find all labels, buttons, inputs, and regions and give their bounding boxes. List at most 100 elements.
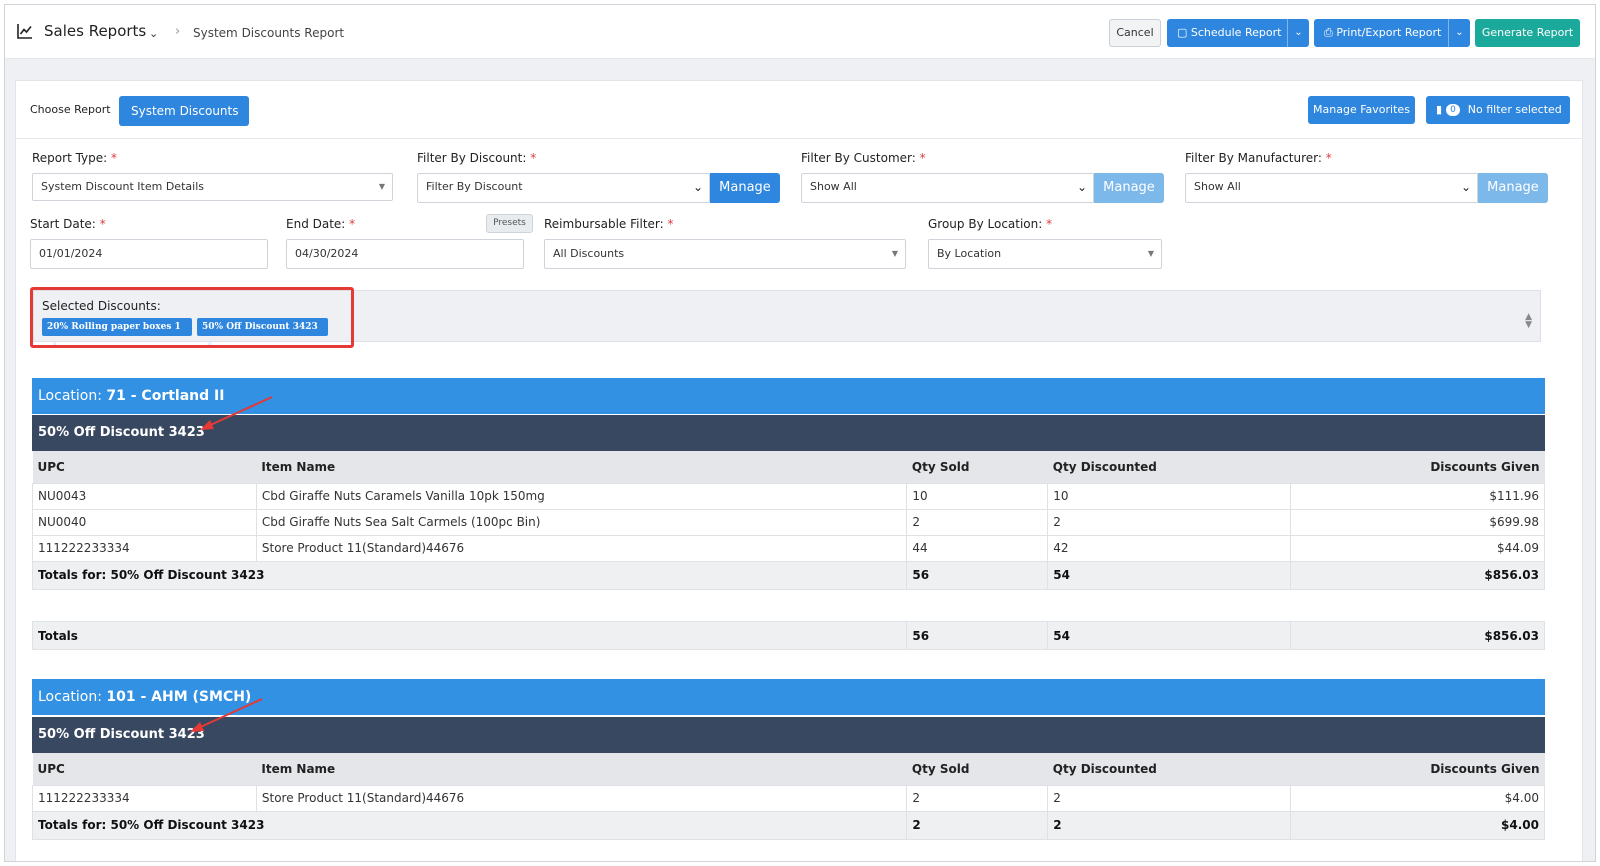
customer-filter-select[interactable]: Show All ⌄ [801, 173, 1094, 203]
choose-report-value: System Discounts [131, 104, 239, 118]
print-export-button[interactable]: ⎙ Print/Export Report ⌄ [1314, 19, 1470, 47]
table-row: NU0043 Cbd Giraffe Nuts Caramels Vanilla… [32, 482, 1545, 510]
schedule-dropdown-chevron-icon[interactable]: ⌄ [1287, 19, 1309, 47]
report-type-value: System Discount Item Details [41, 180, 204, 193]
caret-down-icon: ▼ [1147, 249, 1154, 258]
highlight-box [30, 287, 354, 348]
column-header[interactable]: Discounts Given [1290, 451, 1545, 483]
customer-filter-label: Filter By Customer: * [801, 151, 926, 165]
column-header[interactable]: UPC [32, 451, 257, 483]
column-header[interactable]: Qty Discounted [1047, 451, 1291, 483]
start-date-label: Start Date: * [30, 217, 106, 231]
presets-button[interactable]: Presets [486, 214, 533, 233]
discounts-given-cell: $111.96 [1290, 482, 1545, 510]
column-header[interactable]: Discounts Given [1290, 753, 1545, 785]
line-chart-icon [17, 24, 32, 39]
discount-filter-label: Filter By Discount: * [417, 151, 537, 165]
choose-report-dropdown[interactable]: System Discounts ⌄ [119, 96, 249, 148]
item-name-cell: Cbd Giraffe Nuts Sea Salt Carmels (100pc… [255, 508, 908, 536]
group-by-location-label: Group By Location: * [928, 217, 1053, 231]
manage-customer-button[interactable]: Manage [1094, 173, 1164, 203]
end-date-input[interactable]: 04/30/2024 [286, 239, 524, 269]
printer-icon: ⎙ [1324, 26, 1333, 39]
cancel-button[interactable]: Cancel [1109, 19, 1161, 47]
grand-totals-table: Totals 56 54 $856.03 [31, 621, 1545, 650]
reimbursable-filter-label: Reimbursable Filter: * [544, 217, 674, 231]
sort-spinner-icon[interactable]: ▲ ▼ [1525, 313, 1532, 330]
item-name-cell: Store Product 11(Standard)44676 [255, 784, 908, 812]
breadcrumb: System Discounts Report [193, 26, 345, 40]
report-type-select[interactable]: System Discount Item Details ▼ [32, 173, 393, 201]
qty-discounted-cell: 2 [1047, 784, 1292, 812]
discounts-given-cell: $44.09 [1290, 534, 1545, 562]
table-row: NU0040 Cbd Giraffe Nuts Sea Salt Carmels… [32, 508, 1545, 536]
column-header[interactable]: Qty Sold [906, 753, 1048, 785]
qty-sold-cell: 44 [906, 534, 1049, 562]
item-name-cell: Store Product 11(Standard)44676 [255, 534, 908, 562]
grand-discounts-given: $856.03 [1290, 621, 1545, 650]
qty-sold-cell: 2 [906, 508, 1049, 536]
column-header[interactable]: Qty Discounted [1047, 753, 1291, 785]
filter-summary-button[interactable]: ▮ 0 No filter selected [1426, 96, 1570, 124]
manage-discount-button[interactable]: Manage [710, 173, 780, 203]
header-bar: Sales Reports ⌄ › System Discounts Repor… [5, 5, 1595, 59]
column-header[interactable]: Qty Sold [906, 451, 1048, 483]
group-by-location-select[interactable]: By Location ▼ [928, 239, 1162, 269]
grand-qty-discounted: 54 [1047, 621, 1292, 650]
table-header-row: UPC Item Name Qty Sold Qty Discounted Di… [32, 451, 1545, 483]
totals-row: Totals for: 50% Off Discount 3423 2 2 $4… [31, 810, 1545, 840]
chevron-down-icon: ⌄ [1076, 180, 1087, 194]
manufacturer-filter-select[interactable]: Show All ⌄ [1185, 173, 1478, 203]
reimbursable-filter-value: All Discounts [553, 247, 625, 260]
column-header[interactable]: Item Name [256, 451, 907, 483]
choose-report-label: Choose Report [30, 103, 111, 116]
manage-manufacturer-button[interactable]: Manage [1478, 173, 1548, 203]
start-date-input[interactable]: 01/01/2024 [30, 239, 268, 269]
caret-down-icon: ▼ [378, 182, 385, 191]
table-header-row: UPC Item Name Qty Sold Qty Discounted Di… [32, 753, 1545, 785]
column-header[interactable]: UPC [32, 753, 257, 785]
caret-down-icon: ▼ [891, 249, 898, 258]
discounts-given-cell: $4.00 [1290, 784, 1545, 812]
schedule-report-label: Schedule Report [1190, 26, 1282, 39]
discount-filter-value: Filter By Discount [426, 180, 523, 193]
chevron-down-icon[interactable]: ⌄ [149, 27, 158, 40]
chevron-down-icon: ⌄ [692, 180, 703, 194]
customer-filter-value: Show All [810, 180, 857, 193]
schedule-report-button[interactable]: ▢ Schedule Report ⌄ [1167, 19, 1309, 47]
total-qty-sold: 56 [906, 560, 1049, 590]
location-header: Location: 71 - Cortland II [32, 378, 1545, 414]
manufacturer-filter-value: Show All [1194, 180, 1241, 193]
print-dropdown-chevron-icon[interactable]: ⌄ [1448, 19, 1470, 47]
report-type-label: Report Type: * [32, 151, 118, 165]
report-card: Choose Report System Discounts ⌄ Manage … [15, 80, 1583, 861]
manage-favorites-button[interactable]: Manage Favorites [1308, 96, 1415, 124]
grand-qty-sold: 56 [906, 621, 1049, 650]
upc-cell: NU0040 [32, 508, 257, 536]
qty-discounted-cell: 10 [1047, 482, 1292, 510]
page-title[interactable]: Sales Reports [44, 22, 146, 40]
filter-count-badge: 0 [1446, 104, 1460, 116]
column-header[interactable]: Item Name [256, 753, 907, 785]
calendar-icon: ▢ [1177, 26, 1188, 39]
divider [16, 138, 1582, 139]
qty-discounted-cell: 42 [1047, 534, 1292, 562]
reimbursable-filter-select[interactable]: All Discounts ▼ [544, 239, 906, 269]
total-qty-sold: 2 [906, 810, 1049, 840]
table-row: 111222233334 Store Product 11(Standard)4… [32, 534, 1545, 562]
app-frame: Sales Reports ⌄ › System Discounts Repor… [4, 4, 1596, 862]
end-date-label: End Date: * [286, 217, 356, 231]
discount-header: 50% Off Discount 3423 [32, 415, 1545, 451]
totals-row: Totals for: 50% Off Discount 3423 56 54 … [31, 560, 1545, 590]
discounts-given-cell: $699.98 [1290, 508, 1545, 536]
totals-label: Totals for: 50% Off Discount 3423 [31, 810, 908, 840]
generate-report-button[interactable]: Generate Report [1475, 19, 1580, 47]
report-table: UPC Item Name Qty Sold Qty Discounted Di… [31, 451, 1545, 590]
total-discounts-given: $4.00 [1290, 810, 1545, 840]
total-qty-discounted: 2 [1047, 810, 1292, 840]
chevron-down-icon: ⌄ [1460, 180, 1471, 194]
grand-totals-row: Totals 56 54 $856.03 [31, 621, 1545, 650]
item-name-cell: Cbd Giraffe Nuts Caramels Vanilla 10pk 1… [255, 482, 908, 510]
discount-filter-select[interactable]: Filter By Discount ⌄ [417, 173, 710, 203]
qty-discounted-cell: 2 [1047, 508, 1292, 536]
